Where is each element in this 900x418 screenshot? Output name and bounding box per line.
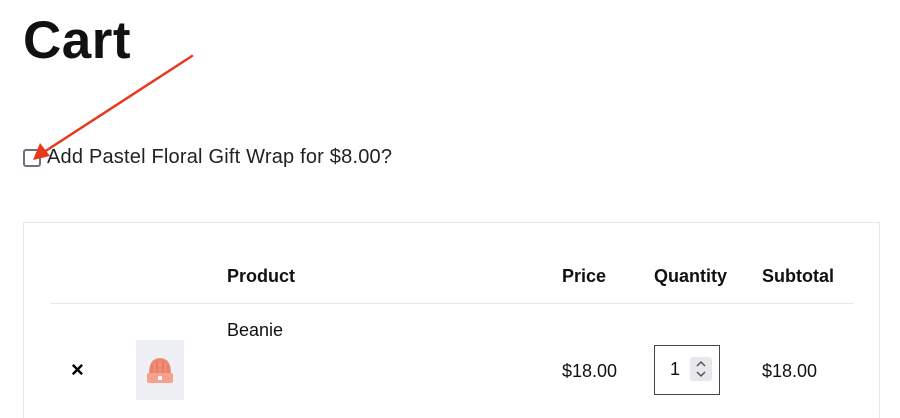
product-thumbnail[interactable] — [136, 340, 184, 400]
chevron-up-icon[interactable] — [690, 357, 712, 369]
gift-wrap-checkbox[interactable] — [23, 148, 41, 167]
quantity-stepper[interactable]: 1 — [654, 345, 720, 395]
quantity-spinner[interactable] — [690, 357, 712, 381]
product-subtotal: $18.00 — [762, 361, 818, 381]
page-title: Cart — [23, 11, 132, 70]
header-quantity: Quantity — [654, 266, 728, 286]
chevron-down-icon[interactable] — [690, 369, 712, 381]
product-price: $18.00 — [562, 361, 618, 381]
header-subtotal: Subtotal — [762, 266, 834, 286]
beanie-icon — [147, 358, 173, 383]
gift-wrap-label[interactable]: Add Pastel Floral Gift Wrap for $8.00? — [47, 146, 392, 169]
header-price: Price — [562, 266, 607, 286]
product-name-link[interactable]: Beanie — [227, 320, 283, 341]
gift-wrap-option[interactable]: Add Pastel Floral Gift Wrap for $8.00? — [23, 146, 392, 169]
remove-item-button[interactable]: × — [71, 358, 84, 382]
table-divider — [50, 303, 854, 304]
header-product: Product — [227, 266, 296, 286]
quantity-value[interactable]: 1 — [670, 359, 680, 380]
cart-page: Cart Add Pastel Floral Gift Wrap for $8.… — [0, 0, 900, 418]
